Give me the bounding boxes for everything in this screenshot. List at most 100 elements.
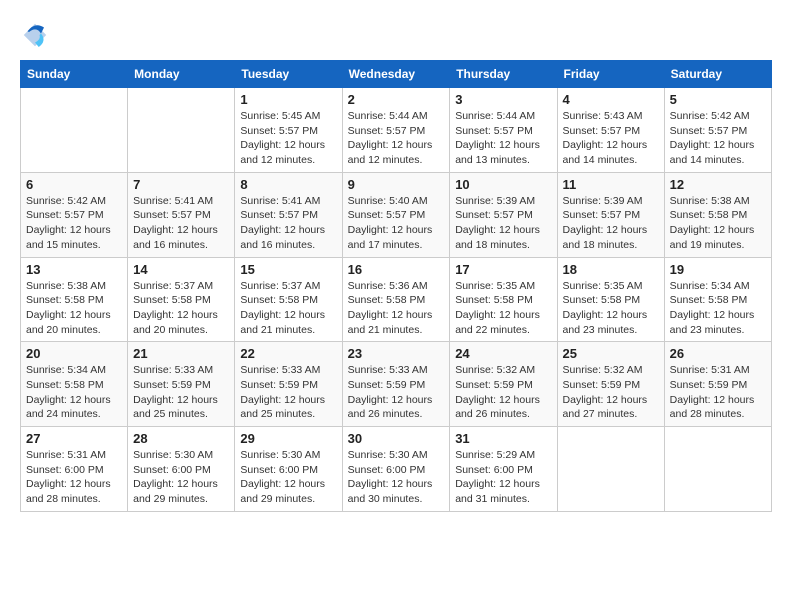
day-number: 7 <box>133 177 229 192</box>
day-number: 26 <box>670 346 766 361</box>
day-number: 23 <box>348 346 445 361</box>
calendar-cell: 12 Sunrise: 5:38 AMSunset: 5:58 PMDayligh… <box>664 172 771 257</box>
calendar-cell: 21 Sunrise: 5:33 AMSunset: 5:59 PMDayligh… <box>128 342 235 427</box>
day-info: Sunrise: 5:33 AMSunset: 5:59 PMDaylight:… <box>348 363 445 422</box>
day-info: Sunrise: 5:34 AMSunset: 5:58 PMDaylight:… <box>670 279 766 338</box>
weekday-header-wednesday: Wednesday <box>342 61 450 88</box>
calendar-week-4: 20 Sunrise: 5:34 AMSunset: 5:58 PMDayligh… <box>21 342 772 427</box>
day-number: 12 <box>670 177 766 192</box>
day-number: 8 <box>240 177 336 192</box>
calendar-cell: 25 Sunrise: 5:32 AMSunset: 5:59 PMDayligh… <box>557 342 664 427</box>
day-number: 27 <box>26 431 122 446</box>
calendar-week-1: 1 Sunrise: 5:45 AMSunset: 5:57 PMDaylight… <box>21 88 772 173</box>
calendar-cell: 20 Sunrise: 5:34 AMSunset: 5:58 PMDayligh… <box>21 342 128 427</box>
day-info: Sunrise: 5:42 AMSunset: 5:57 PMDaylight:… <box>670 109 766 168</box>
calendar-cell: 15Sunrise: 5:37 AMSunset: 5:58 PMDayligh… <box>235 257 342 342</box>
weekday-header-monday: Monday <box>128 61 235 88</box>
day-info: Sunrise: 5:44 AMSunset: 5:57 PMDaylight:… <box>455 109 551 168</box>
page-header <box>20 20 772 50</box>
day-number: 3 <box>455 92 551 107</box>
day-info: Sunrise: 5:37 AMSunset: 5:58 PMDaylight:… <box>240 279 336 338</box>
day-info: Sunrise: 5:39 AMSunset: 5:57 PMDaylight:… <box>563 194 659 253</box>
day-info: Sunrise: 5:35 AMSunset: 5:58 PMDaylight:… <box>455 279 551 338</box>
day-info: Sunrise: 5:42 AMSunset: 5:57 PMDaylight:… <box>26 194 122 253</box>
calendar-cell: 26 Sunrise: 5:31 AMSunset: 5:59 PMDayligh… <box>664 342 771 427</box>
calendar-cell <box>128 88 235 173</box>
day-info: Sunrise: 5:29 AMSunset: 6:00 PMDaylight:… <box>455 448 551 507</box>
day-info: Sunrise: 5:37 AMSunset: 5:58 PMDaylight:… <box>133 279 229 338</box>
day-number: 18 <box>563 262 659 277</box>
calendar-cell: 17 Sunrise: 5:35 AMSunset: 5:58 PMDayligh… <box>450 257 557 342</box>
day-number: 25 <box>563 346 659 361</box>
calendar-cell: 2 Sunrise: 5:44 AMSunset: 5:57 PMDaylight… <box>342 88 450 173</box>
day-info: Sunrise: 5:32 AMSunset: 5:59 PMDaylight:… <box>455 363 551 422</box>
day-info: Sunrise: 5:33 AMSunset: 5:59 PMDaylight:… <box>240 363 336 422</box>
calendar-week-2: 6 Sunrise: 5:42 AMSunset: 5:57 PMDaylight… <box>21 172 772 257</box>
day-number: 17 <box>455 262 551 277</box>
day-info: Sunrise: 5:45 AMSunset: 5:57 PMDaylight:… <box>240 109 336 168</box>
day-number: 19 <box>670 262 766 277</box>
day-number: 6 <box>26 177 122 192</box>
day-info: Sunrise: 5:36 AMSunset: 5:58 PMDaylight:… <box>348 279 445 338</box>
day-info: Sunrise: 5:30 AMSunset: 6:00 PMDaylight:… <box>240 448 336 507</box>
calendar-week-5: 27 Sunrise: 5:31 AMSunset: 6:00 PMDayligh… <box>21 427 772 512</box>
calendar-cell: 10Sunrise: 5:39 AMSunset: 5:57 PMDayligh… <box>450 172 557 257</box>
day-number: 5 <box>670 92 766 107</box>
logo <box>20 20 52 50</box>
day-info: Sunrise: 5:41 AMSunset: 5:57 PMDaylight:… <box>133 194 229 253</box>
calendar-cell: 30 Sunrise: 5:30 AMSunset: 6:00 PMDayligh… <box>342 427 450 512</box>
day-number: 20 <box>26 346 122 361</box>
day-number: 14 <box>133 262 229 277</box>
day-info: Sunrise: 5:38 AMSunset: 5:58 PMDaylight:… <box>670 194 766 253</box>
day-number: 21 <box>133 346 229 361</box>
calendar-cell: 27 Sunrise: 5:31 AMSunset: 6:00 PMDayligh… <box>21 427 128 512</box>
day-info: Sunrise: 5:44 AMSunset: 5:57 PMDaylight:… <box>348 109 445 168</box>
day-number: 2 <box>348 92 445 107</box>
day-number: 9 <box>348 177 445 192</box>
day-info: Sunrise: 5:31 AMSunset: 5:59 PMDaylight:… <box>670 363 766 422</box>
calendar-cell: 23 Sunrise: 5:33 AMSunset: 5:59 PMDayligh… <box>342 342 450 427</box>
calendar-cell: 13 Sunrise: 5:38 AMSunset: 5:58 PMDayligh… <box>21 257 128 342</box>
calendar-header-row: SundayMondayTuesdayWednesdayThursdayFrid… <box>21 61 772 88</box>
day-number: 30 <box>348 431 445 446</box>
day-number: 11 <box>563 177 659 192</box>
calendar-cell: 5 Sunrise: 5:42 AMSunset: 5:57 PMDaylight… <box>664 88 771 173</box>
calendar-cell: 29Sunrise: 5:30 AMSunset: 6:00 PMDayligh… <box>235 427 342 512</box>
calendar-table: SundayMondayTuesdayWednesdayThursdayFrid… <box>20 60 772 512</box>
weekday-header-tuesday: Tuesday <box>235 61 342 88</box>
weekday-header-sunday: Sunday <box>21 61 128 88</box>
calendar-cell: 22 Sunrise: 5:33 AMSunset: 5:59 PMDayligh… <box>235 342 342 427</box>
weekday-header-thursday: Thursday <box>450 61 557 88</box>
day-number: 1 <box>240 92 336 107</box>
day-info: Sunrise: 5:33 AMSunset: 5:59 PMDaylight:… <box>133 363 229 422</box>
day-info: Sunrise: 5:43 AMSunset: 5:57 PMDaylight:… <box>563 109 659 168</box>
day-info: Sunrise: 5:40 AMSunset: 5:57 PMDaylight:… <box>348 194 445 253</box>
calendar-cell: 8 Sunrise: 5:41 AMSunset: 5:57 PMDaylight… <box>235 172 342 257</box>
day-number: 31 <box>455 431 551 446</box>
calendar-cell: 1 Sunrise: 5:45 AMSunset: 5:57 PMDaylight… <box>235 88 342 173</box>
day-info: Sunrise: 5:34 AMSunset: 5:58 PMDaylight:… <box>26 363 122 422</box>
calendar-week-3: 13 Sunrise: 5:38 AMSunset: 5:58 PMDayligh… <box>21 257 772 342</box>
day-number: 13 <box>26 262 122 277</box>
day-number: 22 <box>240 346 336 361</box>
day-number: 28 <box>133 431 229 446</box>
calendar-cell: 11 Sunrise: 5:39 AMSunset: 5:57 PMDayligh… <box>557 172 664 257</box>
calendar-cell: 7 Sunrise: 5:41 AMSunset: 5:57 PMDaylight… <box>128 172 235 257</box>
day-number: 24 <box>455 346 551 361</box>
calendar-cell: 28 Sunrise: 5:30 AMSunset: 6:00 PMDayligh… <box>128 427 235 512</box>
day-info: Sunrise: 5:32 AMSunset: 5:59 PMDaylight:… <box>563 363 659 422</box>
day-info: Sunrise: 5:31 AMSunset: 6:00 PMDaylight:… <box>26 448 122 507</box>
calendar-cell <box>664 427 771 512</box>
calendar-cell: 14 Sunrise: 5:37 AMSunset: 5:58 PMDayligh… <box>128 257 235 342</box>
calendar-cell: 18 Sunrise: 5:35 AMSunset: 5:58 PMDayligh… <box>557 257 664 342</box>
day-info: Sunrise: 5:35 AMSunset: 5:58 PMDaylight:… <box>563 279 659 338</box>
day-info: Sunrise: 5:30 AMSunset: 6:00 PMDaylight:… <box>133 448 229 507</box>
calendar-cell: 24 Sunrise: 5:32 AMSunset: 5:59 PMDayligh… <box>450 342 557 427</box>
calendar-cell: 16Sunrise: 5:36 AMSunset: 5:58 PMDayligh… <box>342 257 450 342</box>
weekday-header-friday: Friday <box>557 61 664 88</box>
day-info: Sunrise: 5:30 AMSunset: 6:00 PMDaylight:… <box>348 448 445 507</box>
calendar-cell <box>557 427 664 512</box>
day-info: Sunrise: 5:38 AMSunset: 5:58 PMDaylight:… <box>26 279 122 338</box>
day-info: Sunrise: 5:41 AMSunset: 5:57 PMDaylight:… <box>240 194 336 253</box>
calendar-cell: 6 Sunrise: 5:42 AMSunset: 5:57 PMDaylight… <box>21 172 128 257</box>
